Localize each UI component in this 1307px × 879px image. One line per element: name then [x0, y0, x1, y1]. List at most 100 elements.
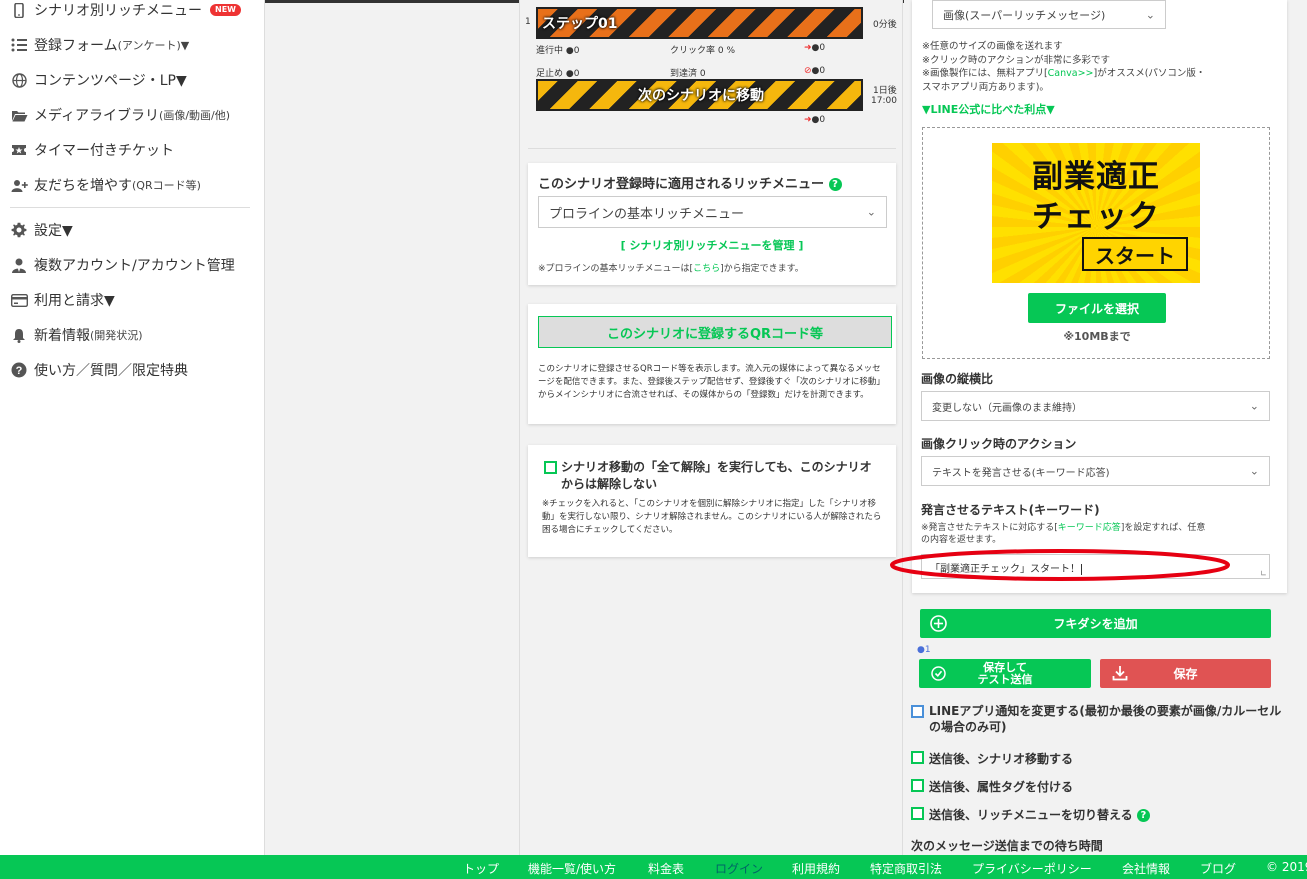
- aspect-select[interactable]: 変更しない（元画像のまま維持） ⌄: [921, 391, 1270, 421]
- note-text: ]を設定すれば、任意: [1120, 523, 1206, 533]
- sidebar-item-sub: (画像/動画/他): [159, 109, 231, 122]
- sidebar-item-settings[interactable]: 設定▼: [10, 215, 73, 245]
- moved-stat: ➜●0: [804, 115, 825, 125]
- user-count: ●1: [917, 645, 931, 655]
- sidebar-item-media-library[interactable]: メディアライブラリ (画像/動画/他): [10, 100, 230, 130]
- add-bubble-button[interactable]: フキダシを追加: [920, 609, 1271, 638]
- here-link[interactable]: こちら: [693, 264, 720, 274]
- image-notes: ※任意のサイズの画像を送れます ※クリック時のアクションが非常に多彩です ※画像…: [922, 40, 1205, 94]
- sidebar-item-scenario-rich-menu[interactable]: シナリオ別リッチメニュー NEW: [10, 0, 241, 25]
- unlock-checkbox[interactable]: [544, 461, 557, 474]
- sidebar-item-timer-ticket[interactable]: タイマー付きチケット: [10, 135, 174, 165]
- note-line: ※画像製作には、無料アプリ[Canva>>]がオススメ(パソコン版・: [922, 67, 1205, 81]
- reached-stat: 到達済 0: [670, 66, 706, 79]
- step-time: 1日後: [873, 86, 897, 96]
- choose-file-button[interactable]: ファイルを選択: [1028, 293, 1166, 323]
- scenario-move-label[interactable]: 送信後、シナリオ移動する: [929, 750, 1073, 767]
- unlock-label[interactable]: シナリオ移動の「全て解除」を実行しても、このシナリオからは解除しない: [561, 459, 881, 493]
- save-and-test-button[interactable]: 保存して テスト送信: [919, 659, 1091, 688]
- footer-link-pricing[interactable]: 料金表: [648, 860, 684, 877]
- uploaded-image-preview: 副業適正 チェック スタート: [992, 143, 1200, 283]
- stopped-label: 足止め: [536, 69, 564, 79]
- chevron-down-icon: ⌄: [1145, 8, 1155, 21]
- rich-menu-select[interactable]: プロラインの基本リッチメニュー ⌄: [538, 196, 887, 228]
- qr-card: このシナリオに登録するQRコード等 このシナリオに登録させるQRコード等を表示し…: [528, 304, 896, 424]
- step-bar-next-scenario[interactable]: 次のシナリオに移動: [536, 79, 863, 111]
- sidebar-item-help[interactable]: ? 使い方／質問／限定特典: [10, 355, 188, 385]
- rich-menu-card: このシナリオ登録時に適用されるリッチメニュー ? プロラインの基本リッチメニュー…: [528, 163, 896, 285]
- smartphone-icon: [10, 2, 28, 18]
- resize-handle-icon[interactable]: ∟: [1260, 569, 1267, 578]
- chevron-down-icon: ⌄: [866, 205, 876, 219]
- scenario-move-checkbox[interactable]: [911, 751, 924, 764]
- image-text-line3: スタート: [1082, 237, 1188, 271]
- select-value: テキストを発言させる(キーワード応答): [932, 467, 1110, 479]
- sidebar: シナリオ別リッチメニュー NEW 登録フォーム (アンケート)▼ コンテンツページ…: [0, 0, 265, 879]
- line-compare-link[interactable]: ▼LINE公式に比べた利点▼: [922, 101, 1055, 117]
- aspect-label: 画像の縦横比: [921, 372, 994, 386]
- new-badge: NEW: [210, 4, 241, 16]
- check-circle-icon: [931, 666, 946, 684]
- in-progress-label: 進行中: [536, 46, 564, 56]
- rich-menu-switch-checkbox[interactable]: [911, 807, 924, 820]
- stopped-stat: 足止め ●0: [536, 66, 579, 79]
- footer-link-top[interactable]: トップ: [463, 860, 499, 877]
- in-progress-count: 0: [573, 46, 580, 56]
- footer-link-terms[interactable]: 利用規約: [792, 860, 840, 877]
- question-circle-icon: ?: [10, 362, 28, 378]
- sidebar-item-add-friends[interactable]: 友だちを増やす (QRコード等): [10, 170, 201, 200]
- moved-stat: ➜●0: [804, 43, 825, 53]
- attribute-tag-label[interactable]: 送信後、属性タグを付ける: [929, 778, 1073, 795]
- footer-link-privacy[interactable]: プライバシーポリシー: [972, 860, 1092, 877]
- message-editor-card: 画像(スーパーリッチメッセージ) ⌄ ※任意のサイズの画像を送れます ※クリック…: [912, 0, 1287, 593]
- message-type-select[interactable]: 画像(スーパーリッチメッセージ) ⌄: [932, 0, 1166, 29]
- manage-link-row: [ シナリオ別リッチメニューを管理 ]: [528, 237, 896, 253]
- chevron-down-icon: ⌄: [1249, 464, 1259, 478]
- attribute-tag-checkbox[interactable]: [911, 779, 924, 792]
- user-tie-icon: [10, 257, 28, 273]
- note-line: の内容を返せます。: [921, 535, 1002, 545]
- annotation-ellipse: [890, 549, 1230, 581]
- sidebar-item-label: 利用と請求▼: [34, 293, 115, 309]
- help-icon[interactable]: ?: [828, 178, 842, 191]
- button-label: 保存: [1173, 667, 1198, 681]
- sidebar-item-billing[interactable]: 利用と請求▼: [10, 285, 115, 315]
- footer-link-company[interactable]: 会社情報: [1122, 860, 1170, 877]
- sidebar-item-label: 登録フォーム: [34, 38, 118, 54]
- step-number: 1: [525, 17, 531, 27]
- footer-link-blog[interactable]: ブログ: [1200, 860, 1236, 877]
- sidebar-item-label: 複数アカウント/アカウント管理: [34, 258, 235, 274]
- sidebar-item-news[interactable]: 新着情報 (開発状況): [10, 320, 143, 350]
- sidebar-item-label: シナリオ別リッチメニュー: [34, 3, 202, 19]
- footer-link-commerce-law[interactable]: 特定商取引法: [870, 860, 942, 877]
- reached-count: 0: [699, 69, 706, 79]
- help-icon[interactable]: ?: [1136, 809, 1150, 822]
- sidebar-item-content-page[interactable]: コンテンツページ・LP▼: [10, 65, 187, 95]
- step-bar-01[interactable]: ステップ01: [536, 7, 863, 39]
- click-rate-stat: クリック率 0 %: [670, 43, 735, 56]
- bracket: ]: [798, 239, 804, 252]
- note-line: ※発言させたテキストに対応する[キーワード応答]を設定すれば、任意: [921, 522, 1205, 534]
- manage-rich-menu-link[interactable]: シナリオ別リッチメニューを管理: [630, 239, 795, 252]
- moved-count: 0: [819, 43, 826, 53]
- footer-link-login[interactable]: ログイン: [715, 860, 763, 877]
- click-rate-value: 0 %: [717, 46, 736, 56]
- image-upload-area: 副業適正 チェック スタート ファイルを選択 ※10MBまで: [922, 127, 1270, 359]
- keyword-response-link[interactable]: キーワード応答: [1058, 523, 1121, 533]
- label-line: の場合のみ可): [929, 720, 1007, 734]
- moved-count: 0: [819, 115, 826, 125]
- action-select[interactable]: テキストを発言させる(キーワード応答) ⌄: [921, 456, 1270, 486]
- sidebar-item-accounts[interactable]: 複数アカウント/アカウント管理: [10, 250, 235, 280]
- canva-link[interactable]: Canva>>: [1048, 68, 1094, 79]
- sidebar-item-label: タイマー付きチケット: [34, 143, 174, 159]
- note-line: ※クリック時のアクションが非常に多彩です: [922, 54, 1110, 66]
- footer-link-features[interactable]: 機能一覧/使い方: [528, 860, 616, 877]
- line-notify-label[interactable]: LINEアプリ通知を変更する(最初か最後の要素が画像/カルーセル の場合のみ可): [929, 703, 1299, 735]
- rich-menu-switch-label[interactable]: 送信後、リッチメニューを切り替える ?: [929, 806, 1150, 823]
- qr-code-button[interactable]: このシナリオに登録するQRコード等: [538, 316, 892, 348]
- button-label-line1: 保存して: [983, 660, 1027, 674]
- line-notify-checkbox[interactable]: [911, 705, 924, 718]
- sidebar-item-sub: (アンケート)▼: [117, 39, 190, 52]
- sidebar-item-registration-form[interactable]: 登録フォーム (アンケート)▼: [10, 30, 189, 60]
- save-button[interactable]: 保存: [1100, 659, 1271, 688]
